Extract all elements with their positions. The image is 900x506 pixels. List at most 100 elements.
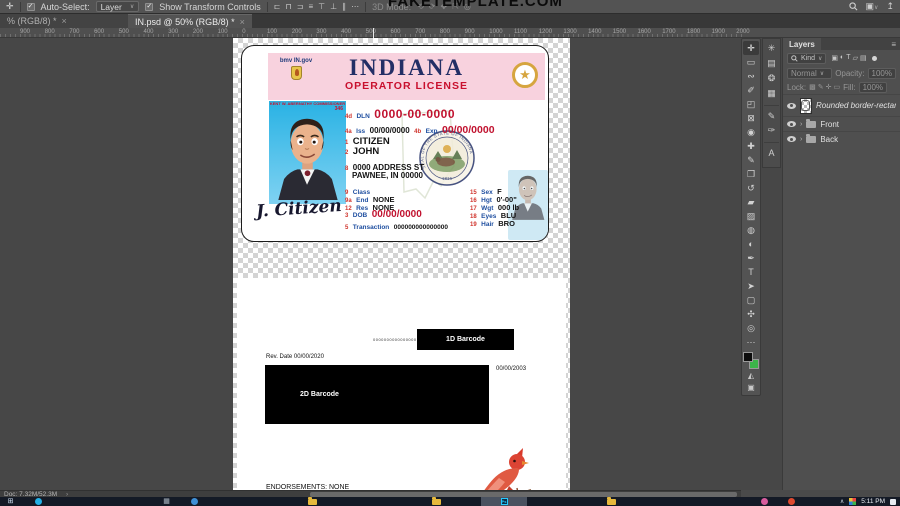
share-icon[interactable]: ↥ bbox=[886, 1, 894, 12]
align-vertical-centers-icon[interactable]: ≡ bbox=[308, 2, 313, 11]
app-icon[interactable] bbox=[788, 498, 795, 505]
color-swatches[interactable] bbox=[743, 352, 759, 369]
3d-slide-icon[interactable]: ⇱ bbox=[452, 2, 459, 11]
history-brush-tool[interactable]: ↺ bbox=[743, 181, 759, 195]
notification-center-icon[interactable] bbox=[890, 498, 896, 505]
panel-menu-icon[interactable]: ≡ bbox=[891, 40, 900, 49]
expand-chevron-icon[interactable]: › bbox=[800, 136, 802, 143]
folder-icon[interactable] bbox=[607, 497, 616, 505]
marquee-tool[interactable]: ▭ bbox=[743, 55, 759, 69]
filter-smart-objects-icon[interactable]: ▤ bbox=[860, 54, 867, 62]
auto-select-checkbox[interactable]: ✓ bbox=[26, 2, 35, 11]
quick-selection-tool[interactable]: ✐ bbox=[743, 83, 759, 97]
license-back-page[interactable]: 0000000000000000 1D Barcode Rev. Date 00… bbox=[237, 278, 566, 490]
blur-tool[interactable]: ◍ bbox=[743, 223, 759, 237]
3d-zoom-icon[interactable]: ◎ bbox=[464, 2, 471, 11]
3d-orbit-icon[interactable]: ⟲ bbox=[417, 2, 424, 11]
lock-transparent-pixels-icon[interactable]: ▩ bbox=[809, 83, 816, 91]
more-align-options-icon[interactable]: ⋯ bbox=[351, 2, 359, 11]
panel-brush-settings-icon[interactable]: ✎ bbox=[764, 105, 779, 123]
foreground-color-swatch[interactable] bbox=[743, 352, 753, 362]
align-right-edges-icon[interactable]: ⊐ bbox=[297, 2, 304, 11]
distribute-bottom-edges-icon[interactable]: ⊥ bbox=[330, 2, 337, 11]
close-icon[interactable]: × bbox=[62, 16, 67, 26]
lock-image-pixels-icon[interactable]: ✎ bbox=[818, 83, 824, 91]
filter-type-layers-icon[interactable]: T bbox=[846, 54, 850, 62]
layer-visibility-eye-icon[interactable] bbox=[787, 121, 796, 127]
distribute-top-edges-icon[interactable]: ⊤ bbox=[318, 2, 325, 11]
crop-tool[interactable]: ◰ bbox=[743, 97, 759, 111]
document-tab-active[interactable]: IN.psd @ 50% (RGB/8) * × bbox=[128, 14, 252, 28]
photoshop-app-button[interactable]: Ps bbox=[481, 497, 527, 506]
folder-icon[interactable] bbox=[432, 497, 441, 505]
layer-visibility-eye-icon[interactable] bbox=[787, 136, 796, 142]
panel-color-icon[interactable]: ❂ bbox=[764, 71, 779, 86]
workspace-switcher-icon[interactable]: ▣∨ bbox=[866, 1, 879, 12]
blend-mode-dropdown[interactable]: Normal ∨ bbox=[787, 67, 833, 79]
layer-group-row[interactable]: › Front bbox=[783, 116, 900, 131]
brush-tool[interactable]: ✎ bbox=[743, 153, 759, 167]
close-icon[interactable]: × bbox=[240, 17, 245, 27]
panel-adjustments-icon[interactable]: ✳ bbox=[764, 41, 779, 56]
3d-pan-icon[interactable]: ✥ bbox=[441, 2, 448, 11]
filter-toggle-icon[interactable] bbox=[871, 55, 877, 61]
search-icon[interactable] bbox=[848, 2, 858, 11]
filter-adjustment-layers-icon[interactable]: ◐ bbox=[840, 54, 844, 62]
layer-visibility-eye-icon[interactable] bbox=[787, 102, 796, 109]
filter-pixel-layers-icon[interactable]: ▣ bbox=[831, 54, 838, 62]
tray-chevron-up-icon[interactable]: ∧ bbox=[840, 498, 844, 505]
layer-row[interactable]: Rounded border-rectangle copy bbox=[783, 94, 900, 116]
frame-tool[interactable]: ⊠ bbox=[743, 111, 759, 125]
panel-brushes-icon[interactable]: ✑ bbox=[764, 123, 779, 138]
document-tab-inactive[interactable]: % (RGB/8) * × bbox=[0, 14, 128, 28]
opacity-input[interactable]: 100% bbox=[867, 67, 896, 79]
panel-styles-icon[interactable]: ▤ bbox=[764, 56, 779, 71]
3d-roll-icon[interactable]: ⟳ bbox=[429, 2, 436, 11]
move-tool[interactable]: ✛ bbox=[743, 41, 759, 55]
folder-icon[interactable] bbox=[308, 497, 317, 505]
screen-mode-button[interactable]: ▣ bbox=[743, 381, 759, 393]
layer-thumbnail[interactable] bbox=[800, 97, 812, 114]
horizontal-ruler[interactable]: 900 800 700 600 500 400 300 200 100 0 100 200 300 400… bbox=[0, 28, 900, 38]
printer-icon[interactable]: ▦ bbox=[162, 497, 171, 506]
path-selection-tool[interactable]: ➤ bbox=[743, 279, 759, 293]
license-front-card[interactable]: bmv IN.gov INDIANA OPERATOR LICENSE ★ KE… bbox=[241, 45, 549, 242]
expand-chevron-icon[interactable]: › bbox=[800, 121, 802, 128]
lasso-tool[interactable]: ∾ bbox=[743, 69, 759, 83]
eyedropper-tool[interactable]: ◉ bbox=[743, 125, 759, 139]
align-left-edges-icon[interactable]: ⊏ bbox=[274, 2, 281, 11]
filter-shape-layers-icon[interactable]: ▱ bbox=[853, 54, 858, 62]
dodge-tool[interactable]: ◐ bbox=[743, 237, 759, 251]
type-tool[interactable]: T bbox=[743, 265, 759, 279]
distribute-spacing-icon[interactable]: ∥ bbox=[342, 2, 346, 11]
start-button[interactable]: ⊞ bbox=[6, 497, 15, 506]
app-icon[interactable] bbox=[761, 498, 768, 505]
document-canvas[interactable]: bmv IN.gov INDIANA OPERATOR LICENSE ★ KE… bbox=[233, 38, 570, 490]
pen-tool[interactable]: ✒ bbox=[743, 251, 759, 265]
fill-input[interactable]: 100% bbox=[858, 81, 888, 93]
edit-toolbar-icon[interactable]: ⋯ bbox=[743, 335, 759, 349]
lock-artboard-icon[interactable]: ▭ bbox=[834, 83, 841, 91]
search-icon[interactable] bbox=[35, 498, 42, 505]
rectangle-tool[interactable]: ▢ bbox=[743, 293, 759, 307]
canvas-area[interactable]: bmv IN.gov INDIANA OPERATOR LICENSE ★ KE… bbox=[0, 38, 741, 490]
panel-patterns-icon[interactable]: ▦ bbox=[764, 86, 779, 101]
show-transform-checkbox[interactable]: ✓ bbox=[145, 2, 154, 11]
align-horizontal-centers-icon[interactable]: ⊓ bbox=[286, 2, 292, 11]
gradient-tool[interactable]: ▨ bbox=[743, 209, 759, 223]
tab-layers[interactable]: Layers bbox=[783, 38, 821, 50]
quick-mask-button[interactable]: ◭ bbox=[743, 369, 759, 381]
clone-stamp-tool[interactable]: ❐ bbox=[743, 167, 759, 181]
zoom-tool[interactable]: ◎ bbox=[743, 321, 759, 335]
tray-app-icon[interactable] bbox=[849, 498, 857, 505]
panel-character-icon[interactable]: A bbox=[764, 142, 779, 160]
healing-brush-tool[interactable]: ✚ bbox=[743, 139, 759, 153]
clock[interactable]: 5:11 PM bbox=[861, 498, 885, 505]
auto-select-target-dropdown[interactable]: Layer ∨ bbox=[95, 1, 140, 12]
move-tool-preset-icon[interactable]: ✛ bbox=[6, 1, 14, 12]
hand-tool[interactable]: ✣ bbox=[743, 307, 759, 321]
edge-browser-icon[interactable] bbox=[191, 498, 198, 505]
layer-filter-kind-dropdown[interactable]: Kind ∨ bbox=[787, 52, 827, 64]
layer-group-row[interactable]: › Back bbox=[783, 131, 900, 146]
eraser-tool[interactable]: ▰ bbox=[743, 195, 759, 209]
